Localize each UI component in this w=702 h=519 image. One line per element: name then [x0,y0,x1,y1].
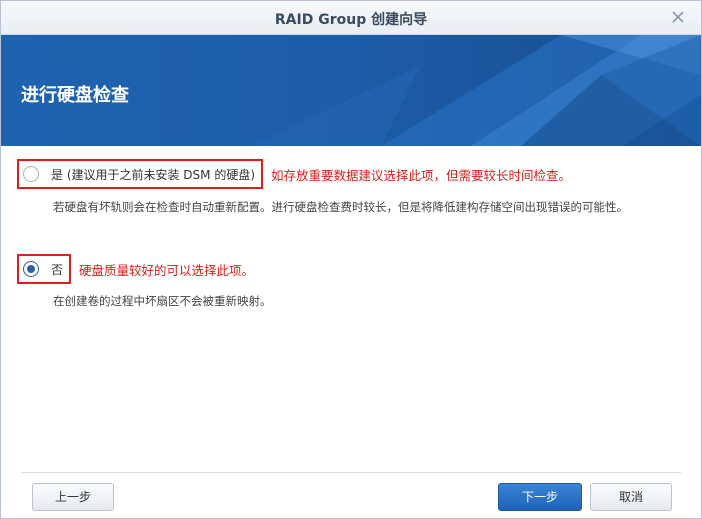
raid-group-wizard-window: RAID Group 创建向导 进行硬盘检查 是 (建议用于之前未安装 DSM … [0,0,702,519]
option-yes-row: 是 (建议用于之前未安装 DSM 的硬盘) 如存放重要数据建议选择此项，但需要较… [17,159,571,189]
window-title: RAID Group 创建向导 [274,12,428,28]
option-no-description: 在创建卷的过程中坏扇区不会被重新映射。 [53,294,272,308]
option-yes-radio-group[interactable]: 是 (建议用于之前未安装 DSM 的硬盘) [17,159,264,189]
cancel-button[interactable]: 取消 [590,483,672,511]
option-yes-description: 若硬盘有坏轨则会在检查时自动重新配置。进行硬盘检查费时较长，但是将降低建构存储空… [53,200,628,214]
option-yes-label: 是 (建议用于之前未安装 DSM 的硬盘) [51,167,256,182]
close-icon[interactable] [669,8,687,26]
option-no-row: 否 硬盘质量较好的可以选择此项。 [17,254,254,284]
next-button[interactable]: 下一步 [498,483,582,511]
option-yes-annotation: 如存放重要数据建议选择此项，但需要较长时间检查。 [271,167,572,183]
option-yes-radio[interactable] [23,166,39,182]
option-no-radio[interactable] [23,261,39,277]
header-banner: 进行硬盘检查 [1,35,701,146]
footer-divider [21,472,681,473]
back-button[interactable]: 上一步 [32,483,114,511]
title-bar: RAID Group 创建向导 [1,1,701,35]
option-no-radio-group[interactable]: 否 [17,254,72,284]
option-no-label: 否 [51,262,64,277]
option-no-annotation: 硬盘质量较好的可以选择此项。 [79,262,255,278]
step-title: 进行硬盘检查 [21,85,129,106]
